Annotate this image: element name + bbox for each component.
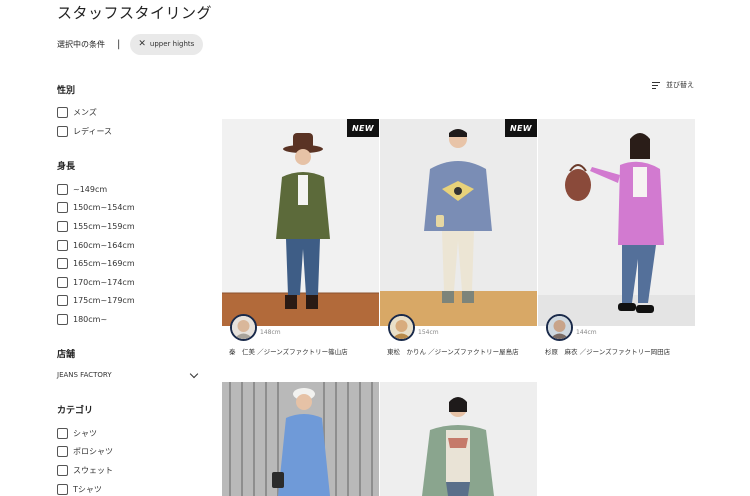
filter-option-label: Tシャツ — [73, 485, 102, 494]
filter-option-label: 165cm~169cm — [73, 259, 135, 268]
filter-option-label: メンズ — [73, 108, 97, 117]
avatar[interactable] — [230, 314, 257, 341]
styling-photo[interactable]: NEW — [222, 119, 379, 326]
new-badge: NEW — [347, 119, 379, 137]
filter-option-label: ポロシャツ — [73, 447, 113, 456]
filter-option[interactable]: 155cm~159cm — [57, 221, 135, 232]
sort-label: 並び替え — [666, 81, 694, 89]
checkbox[interactable] — [57, 314, 68, 325]
selected-conditions-label: 選択中の条件 — [57, 39, 105, 49]
checkbox[interactable] — [57, 221, 68, 232]
filter-option-label: 180cm~ — [73, 315, 108, 324]
filter-option[interactable]: ~149cm — [57, 184, 107, 195]
filter-option[interactable]: 160cm~164cm — [57, 240, 135, 251]
filter-option[interactable]: シャツ — [57, 428, 97, 439]
filter-option[interactable]: 150cm~154cm — [57, 202, 135, 213]
checkbox[interactable] — [57, 107, 68, 118]
styling-photo[interactable]: NEW — [380, 119, 537, 326]
staff-height: 148cm — [260, 329, 281, 336]
chevron-down-icon — [189, 369, 199, 378]
checkbox[interactable] — [57, 484, 68, 495]
checkbox[interactable] — [57, 202, 68, 213]
checkbox[interactable] — [57, 184, 68, 195]
styling-photo[interactable] — [222, 382, 379, 496]
filter-option-label: 175cm~179cm — [73, 296, 135, 305]
page-title: スタッフスタイリング — [57, 4, 213, 22]
sort-button[interactable]: 並び替え — [652, 80, 694, 90]
filter-option-label: 170cm~174cm — [73, 278, 135, 287]
condition-chip-label: upper hights — [149, 40, 195, 48]
filter-option[interactable]: 165cm~169cm — [57, 258, 135, 269]
checkbox[interactable] — [57, 240, 68, 251]
filter-option-label: 160cm~164cm — [73, 241, 135, 250]
filter-option[interactable]: スウェット — [57, 465, 113, 476]
staff-name[interactable]: 秦 仁美 ／ジーンズファクトリー篠山店 — [229, 347, 377, 357]
staff-height: 144cm — [576, 329, 597, 336]
new-badge: NEW — [505, 119, 537, 137]
filter-option-label: 155cm~159cm — [73, 222, 135, 231]
checkbox[interactable] — [57, 465, 68, 476]
filter-option[interactable]: 170cm~174cm — [57, 277, 135, 288]
filter-option[interactable]: ポロシャツ — [57, 446, 113, 457]
filter-option[interactable]: メンズ — [57, 107, 97, 118]
staff-height: 154cm — [418, 329, 439, 336]
filter-title-height: 身長 — [57, 162, 76, 172]
filter-title-category: カテゴリ — [57, 406, 94, 416]
checkbox[interactable] — [57, 428, 68, 439]
checkbox[interactable] — [57, 295, 68, 306]
styling-photo[interactable] — [538, 119, 695, 326]
filter-title-store: 店舗 — [57, 350, 76, 360]
filter-option[interactable]: 180cm~ — [57, 314, 107, 325]
checkbox[interactable] — [57, 258, 68, 269]
filter-option[interactable]: Tシャツ — [57, 484, 102, 495]
selected-conditions: 選択中の条件 | ✕ upper hights — [57, 33, 204, 55]
filter-option[interactable]: レディース — [57, 126, 112, 137]
divider: | — [117, 38, 121, 50]
filter-option-label: 150cm~154cm — [73, 203, 135, 212]
filter-option-label: ~149cm — [73, 185, 108, 194]
store-select[interactable]: JEANS FACTORY — [57, 369, 200, 379]
sort-icon — [652, 81, 662, 90]
staff-name[interactable]: 東松 かりん ／ジーンズファクトリー屋島店 — [387, 347, 535, 357]
filter-option-label: シャツ — [73, 429, 97, 438]
avatar[interactable] — [388, 314, 415, 341]
filter-option[interactable]: 175cm~179cm — [57, 295, 135, 306]
store-select-value: JEANS FACTORY — [57, 371, 112, 379]
staff-name[interactable]: 杉原 麻衣 ／ジーンズファクトリー岡田店 — [545, 347, 693, 357]
condition-chip[interactable]: ✕ upper hights — [130, 33, 204, 55]
checkbox[interactable] — [57, 446, 68, 457]
styling-photo[interactable] — [380, 382, 537, 496]
checkbox[interactable] — [57, 126, 68, 137]
avatar[interactable] — [546, 314, 573, 341]
filter-option-label: レディース — [73, 127, 113, 136]
filter-option-label: スウェット — [73, 466, 113, 475]
filter-title-gender: 性別 — [57, 86, 76, 96]
close-icon[interactable]: ✕ — [138, 39, 146, 49]
checkbox[interactable] — [57, 277, 68, 288]
